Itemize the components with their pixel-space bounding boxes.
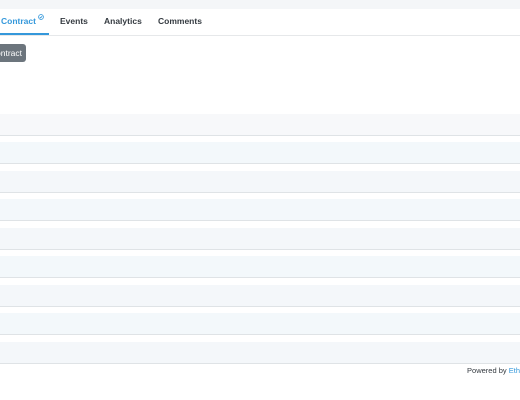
verified-check-icon	[38, 5, 44, 29]
table-row	[0, 250, 520, 278]
table-row	[0, 307, 520, 335]
table-row	[0, 278, 520, 307]
data-table	[0, 107, 520, 364]
tab-events[interactable]: Events	[60, 9, 88, 35]
tab-comments[interactable]: Comments	[158, 9, 202, 35]
table-row	[0, 164, 520, 193]
top-strip	[0, 0, 520, 9]
footer-powered-by: Powered by Eth	[467, 366, 520, 375]
tab-label: Contract	[1, 16, 36, 26]
table-row	[0, 335, 520, 364]
tab-analytics[interactable]: Analytics	[104, 9, 142, 35]
contract-action-button[interactable]: ontract	[0, 44, 26, 62]
brand-link[interactable]: Eth	[509, 366, 520, 375]
powered-by-text: Powered by	[467, 366, 507, 375]
tab-bar: Contract Events Analytics Comments	[0, 9, 520, 36]
tab-contract[interactable]: Contract	[0, 9, 49, 35]
table-row	[0, 193, 520, 221]
table-row	[0, 136, 520, 164]
table-header-row	[0, 107, 520, 136]
table-row	[0, 221, 520, 250]
